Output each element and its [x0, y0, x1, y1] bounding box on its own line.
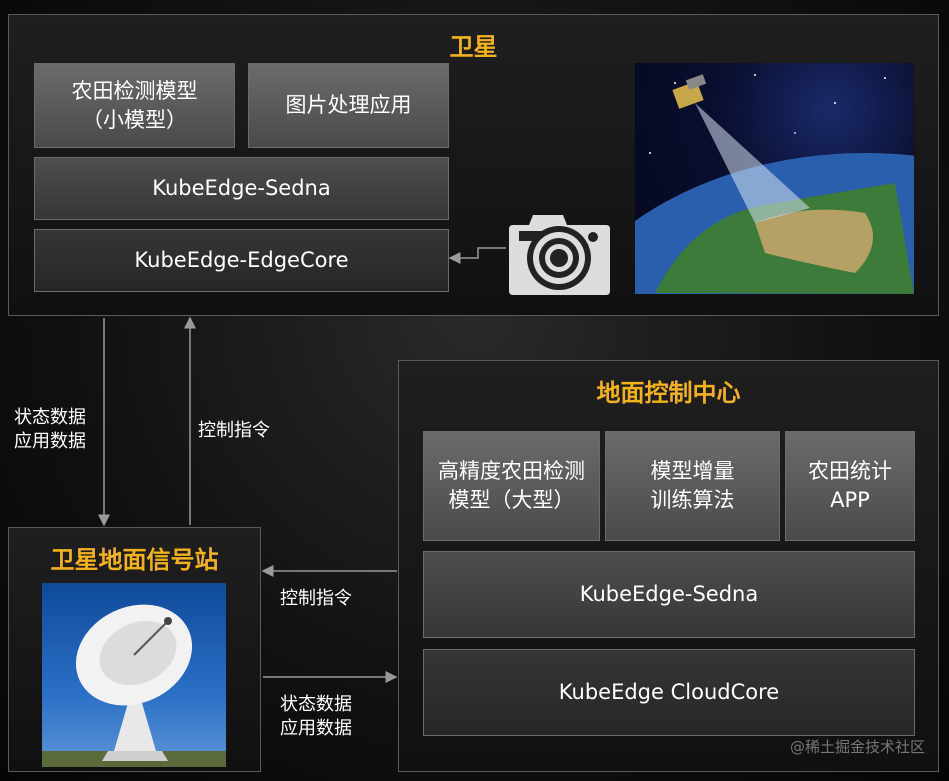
link-app-data-label-2: 应用数据 [280, 718, 352, 739]
link-status-data-label: 状态数据 [14, 407, 86, 428]
connector-arrows [98, 247, 506, 683]
link-control-cmd-label-2: 控制指令 [280, 588, 352, 609]
link-control-cmd-label-1: 控制指令 [198, 420, 270, 441]
watermark: @稀土掘金技术社区 [789, 738, 925, 756]
link-app-data-label: 应用数据 [14, 431, 86, 452]
link-status-data-label-2: 状态数据 [280, 694, 352, 715]
